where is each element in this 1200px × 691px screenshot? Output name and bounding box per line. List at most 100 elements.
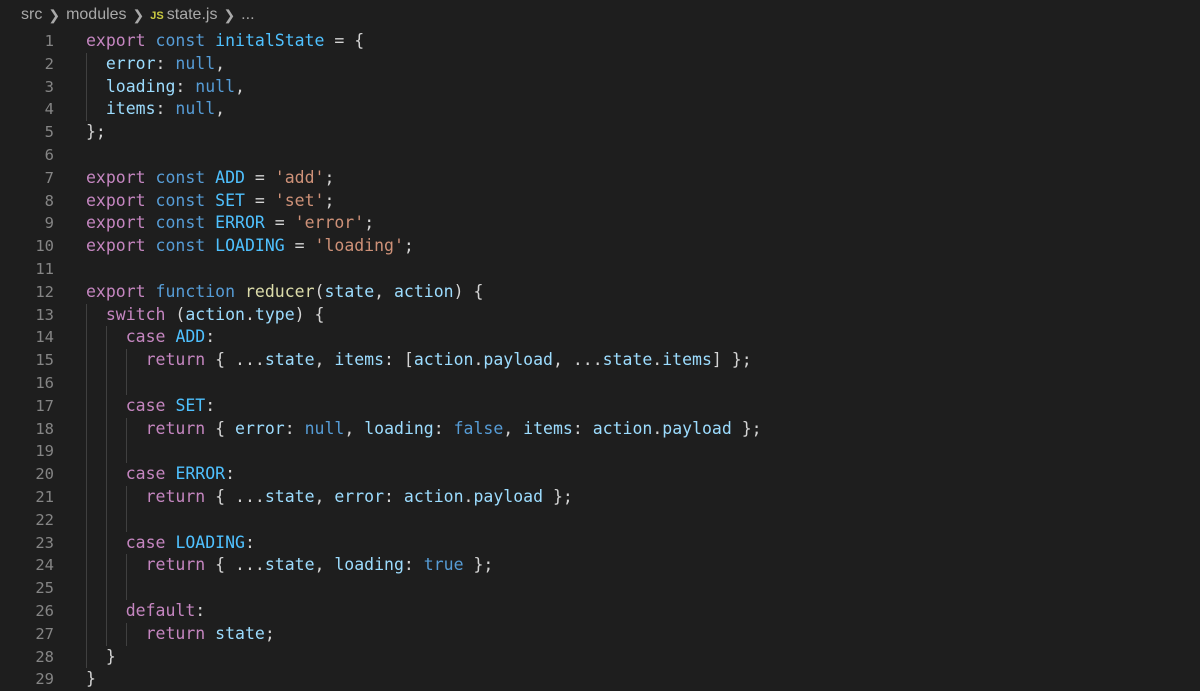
code-line[interactable]: 1 export const initalState = { — [0, 30, 1200, 53]
code-token: { ... — [205, 486, 265, 506]
code-line[interactable]: 16 — [0, 371, 1200, 395]
code-token: . — [463, 486, 474, 506]
code-line[interactable]: 25 — [0, 577, 1200, 600]
code-text: items: null, — [54, 98, 226, 122]
code-token: export — [86, 31, 146, 50]
code-text: export const ADD = 'add'; — [54, 167, 334, 190]
code-token: , — [314, 350, 335, 370]
code-line[interactable]: 12 export function reducer(state, action)… — [0, 281, 1200, 304]
code-token: error — [334, 486, 385, 506]
code-line[interactable]: 22 — [0, 508, 1200, 532]
code-line[interactable]: 24 return { ...state, loading: true }; — [0, 554, 1200, 578]
code-token: }; — [731, 418, 762, 438]
code-line[interactable]: 8 export const SET = 'set'; — [0, 190, 1200, 213]
line-number: 21 — [35, 487, 54, 506]
indent-guide — [106, 577, 108, 600]
code-line[interactable]: 29} — [0, 668, 1200, 691]
line-number: 1 — [44, 32, 54, 50]
code-token: return — [145, 555, 206, 575]
code-line[interactable]: 14 case ADD: — [0, 326, 1200, 350]
code-token: LOADING — [175, 532, 245, 552]
code-line[interactable]: 19 — [0, 440, 1200, 464]
code-token: state — [324, 281, 375, 301]
line-number: 10 — [35, 237, 54, 256]
code-token: type — [254, 304, 295, 324]
code-token: null — [304, 418, 345, 438]
indent-guide — [126, 440, 128, 464]
code-line[interactable]: 26 default: — [0, 599, 1200, 623]
code-line[interactable]: 9 export const ERROR = 'error'; — [0, 212, 1200, 235]
code-token: } — [86, 646, 116, 666]
code-token: case — [125, 327, 166, 347]
breadcrumb-folder-src[interactable]: src — [21, 6, 42, 24]
code-token: default — [125, 600, 196, 620]
code-token: : — [225, 464, 236, 484]
code-token: , — [215, 99, 226, 119]
code-line[interactable]: 15 return { ...state, items: [action.pay… — [0, 349, 1200, 372]
line-number: 24 — [35, 556, 54, 575]
code-text: export const initalState = { — [54, 30, 364, 53]
code-line[interactable]: 20 case ERROR: — [0, 463, 1200, 486]
code-editor[interactable]: 1 export const initalState = {2 error: nu… — [0, 30, 1200, 691]
breadcrumb: src ❯ modules ❯ JS state.js ❯ ... — [0, 0, 1200, 30]
code-token: const — [155, 213, 206, 233]
code-line[interactable]: 27 return state; — [0, 622, 1200, 646]
code-token: }; — [463, 555, 494, 575]
code-token: : — [205, 327, 216, 347]
line-number: 22 — [35, 510, 54, 529]
code-token: const — [155, 31, 206, 50]
line-number: 4 — [44, 100, 54, 119]
breadcrumb-symbol[interactable]: ... — [241, 6, 254, 24]
code-token: : — [403, 555, 424, 575]
code-token: return — [145, 350, 206, 370]
code-line[interactable]: 3 loading: null, — [0, 75, 1200, 99]
code-line[interactable]: 5}; — [0, 121, 1200, 144]
code-line[interactable]: 23 case LOADING: — [0, 531, 1200, 555]
code-line[interactable]: 10 export const LOADING = 'loading'; — [0, 235, 1200, 258]
code-line[interactable]: 28 } — [0, 645, 1200, 669]
code-token: const — [155, 167, 206, 187]
code-line[interactable]: 11 — [0, 258, 1200, 281]
code-token: payload — [483, 350, 553, 370]
code-line[interactable]: 13 switch (action.type) { — [0, 303, 1200, 327]
code-token: ] }; — [711, 350, 752, 370]
code-token: LOADING — [215, 236, 285, 256]
code-text: switch (action.type) { — [54, 303, 324, 327]
indent-guide — [126, 554, 128, 578]
code-token: export — [86, 213, 146, 233]
indent-guide — [106, 463, 108, 486]
indent-guide — [106, 508, 108, 532]
breadcrumb-folder-modules[interactable]: modules — [66, 6, 126, 24]
code-line[interactable]: 6 — [0, 144, 1200, 167]
line-number: 23 — [35, 533, 54, 552]
code-line[interactable]: 18 return { error: null, loading: false,… — [0, 417, 1200, 441]
indent-guide — [86, 622, 87, 646]
code-token: null — [175, 99, 216, 119]
code-token: error — [235, 418, 285, 438]
line-number: 19 — [35, 442, 54, 461]
line-number: 11 — [35, 259, 54, 278]
chevron-right-icon: ❯ — [132, 6, 145, 23]
code-token: } — [86, 669, 96, 689]
indent-guide — [86, 599, 87, 623]
code-token: : — [175, 76, 196, 96]
code-text: export function reducer(state, action) { — [54, 281, 483, 304]
code-line[interactable]: 21 return { ...state, error: action.payl… — [0, 485, 1200, 509]
code-line[interactable]: 2 error: null, — [0, 52, 1200, 76]
line-number: 16 — [35, 373, 54, 392]
code-line[interactable]: 4 items: null, — [0, 98, 1200, 122]
indent-guide — [126, 577, 128, 600]
breadcrumb-file[interactable]: JS state.js — [150, 6, 217, 24]
code-text: return { ...state, error: action.payload… — [54, 485, 573, 509]
code-line[interactable]: 7 export const ADD = 'add'; — [0, 167, 1200, 190]
code-line[interactable]: 17 case SET: — [0, 394, 1200, 418]
